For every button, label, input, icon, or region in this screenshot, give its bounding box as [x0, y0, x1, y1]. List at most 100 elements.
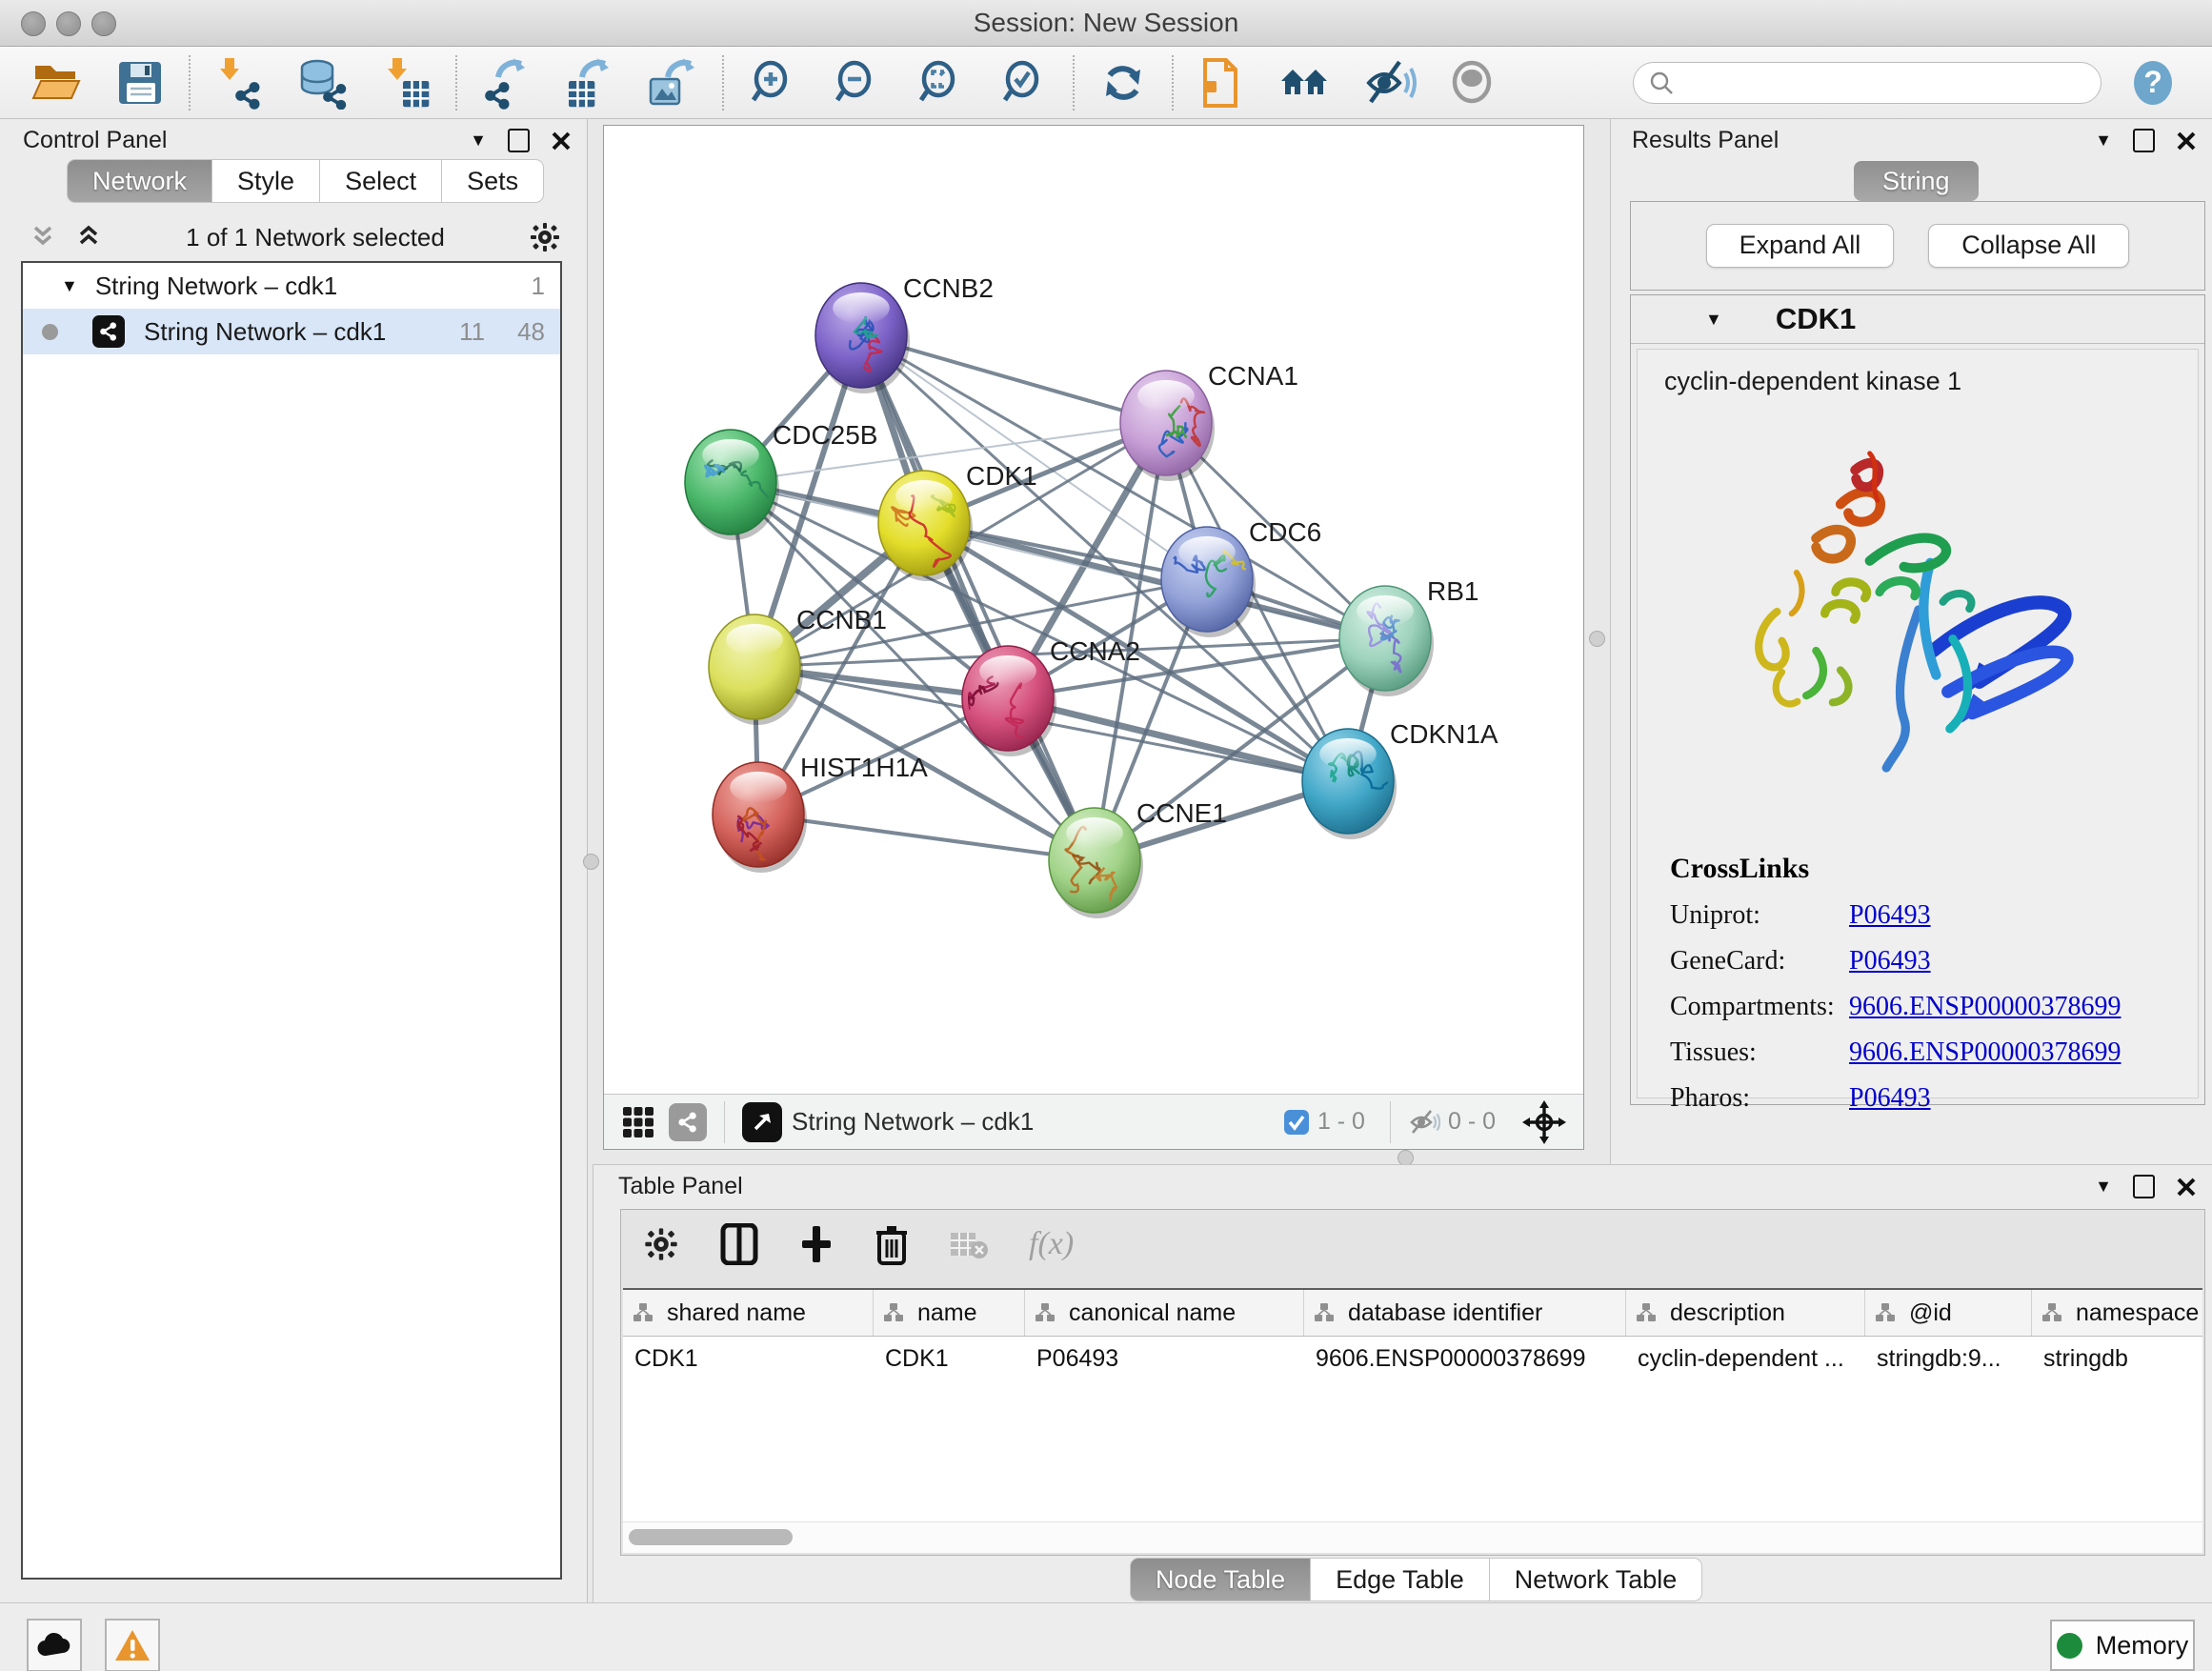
open-in-window-icon[interactable]	[742, 1102, 782, 1142]
tab-node-table[interactable]: Node Table	[1130, 1558, 1311, 1601]
import-table-icon[interactable]	[379, 55, 434, 111]
home-icon[interactable]	[1278, 55, 1334, 111]
column-header-canonicalname[interactable]: canonical name	[1025, 1290, 1304, 1336]
tab-string[interactable]: String	[1854, 161, 1979, 201]
tab-sets[interactable]: Sets	[442, 159, 544, 203]
cloud-status-button[interactable]	[27, 1619, 82, 1671]
create-column-icon[interactable]	[798, 1224, 835, 1264]
crosslink-link[interactable]: 9606.ENSP00000378699	[1849, 1037, 2121, 1068]
zoom-fit-icon[interactable]	[913, 55, 968, 111]
snapshot-document-icon[interactable]	[1195, 55, 1250, 111]
crosslink-link[interactable]: 9606.ENSP00000378699	[1849, 992, 2121, 1022]
memory-button[interactable]: Memory	[2050, 1620, 2195, 1671]
delete-table-icon[interactable]	[949, 1227, 989, 1261]
node-HIST1H1A[interactable]	[713, 762, 807, 873]
tab-network-table[interactable]: Network Table	[1490, 1558, 1703, 1601]
right-splitter-handle[interactable]	[1589, 631, 1605, 647]
import-database-icon[interactable]	[295, 55, 351, 111]
table-panel-float-icon[interactable]	[2133, 1175, 2155, 1198]
export-network-icon[interactable]	[478, 55, 533, 111]
node-CCNB1[interactable]	[709, 614, 803, 725]
export-table-icon[interactable]	[562, 55, 617, 111]
crosslink-label: Pharos:	[1670, 1083, 1849, 1114]
toolbar-separator	[189, 55, 191, 111]
gene-header[interactable]: ▼ CDK1	[1631, 295, 2204, 344]
table-cell[interactable]: cyclin-dependent ...	[1626, 1337, 1865, 1380]
control-panel-close-icon[interactable]	[551, 131, 572, 151]
network-row[interactable]: String Network – cdk1 11 48	[23, 309, 560, 354]
node-CCNA2[interactable]	[959, 646, 1056, 756]
table-panel-menu-icon[interactable]: ▼	[2095, 1177, 2112, 1197]
toolbar-group	[1195, 55, 1501, 111]
control-panel-menu-icon[interactable]: ▼	[470, 131, 487, 151]
crosslink-link[interactable]: P06493	[1849, 900, 1931, 931]
hidden-eye-icon[interactable]	[1408, 1108, 1440, 1137]
overview-eye-icon[interactable]	[1446, 55, 1501, 111]
collection-expand-icon[interactable]: ▼	[61, 276, 78, 296]
network-collection-row[interactable]: ▼ String Network – cdk1 1	[23, 263, 560, 309]
column-header-id[interactable]: @id	[1865, 1290, 2032, 1336]
node-CDKN1A[interactable]	[1302, 729, 1397, 839]
zoom-out-icon[interactable]	[829, 55, 884, 111]
help-button[interactable]: ?	[2128, 58, 2178, 108]
column-header-description[interactable]: description	[1626, 1290, 1865, 1336]
column-header-databaseidentifier[interactable]: database identifier	[1304, 1290, 1626, 1336]
function-builder-icon[interactable]: f(x)	[1029, 1226, 1074, 1262]
tab-style[interactable]: Style	[212, 159, 320, 203]
export-image-icon[interactable]	[646, 55, 701, 111]
table-row[interactable]: CDK1CDK1P064939606.ENSP00000378699cyclin…	[623, 1337, 2202, 1380]
expand-all-chevron-icon[interactable]	[74, 223, 103, 252]
node-CCNE1[interactable]	[1049, 808, 1143, 918]
collapse-all-button[interactable]: Collapse All	[1928, 224, 2129, 268]
left-splitter-handle[interactable]	[583, 854, 599, 870]
control-panel-float-icon[interactable]	[508, 129, 530, 152]
expand-all-button[interactable]: Expand All	[1706, 224, 1895, 268]
node-RB1[interactable]	[1339, 586, 1434, 696]
table-panel-close-icon[interactable]	[2176, 1177, 2197, 1198]
refresh-icon[interactable]	[1096, 55, 1151, 111]
column-header-namespace[interactable]: namespace	[2032, 1290, 2212, 1336]
table-cell[interactable]: P06493	[1025, 1337, 1304, 1380]
crosslink-link[interactable]: P06493	[1849, 1083, 1931, 1114]
save-session-icon[interactable]	[112, 55, 168, 111]
collapse-all-chevron-icon[interactable]	[29, 223, 57, 252]
table-settings-gear-icon[interactable]	[642, 1225, 680, 1263]
import-network-icon[interactable]	[211, 55, 267, 111]
table-cell[interactable]: CDK1	[623, 1337, 874, 1380]
table-cell[interactable]: stringdb	[2032, 1337, 2212, 1380]
results-panel-menu-icon[interactable]: ▼	[2095, 131, 2112, 151]
results-panel-close-icon[interactable]	[2176, 131, 2197, 151]
table-cell[interactable]: stringdb:9...	[1865, 1337, 2032, 1380]
table-cell[interactable]: CDK1	[874, 1337, 1025, 1380]
tab-network[interactable]: Network	[67, 159, 212, 203]
column-header-name[interactable]: name	[874, 1290, 1025, 1336]
node-CCNB2[interactable]	[815, 283, 910, 393]
edge-HIST1H1A-CCNE1[interactable]	[758, 815, 1095, 860]
delete-column-trash-icon[interactable]	[875, 1223, 909, 1265]
show-columns-icon[interactable]	[720, 1223, 758, 1265]
scrollbar-thumb[interactable]	[629, 1529, 793, 1545]
hide-eye-icon[interactable]	[1362, 55, 1418, 111]
results-panel-float-icon[interactable]	[2133, 129, 2155, 152]
table-cell[interactable]: 9606.ENSP00000378699	[1304, 1337, 1626, 1380]
search-input[interactable]	[1633, 62, 2101, 104]
crosslink-link[interactable]: P06493	[1849, 946, 1931, 976]
tab-select[interactable]: Select	[320, 159, 442, 203]
selected-checkbox-icon[interactable]	[1283, 1109, 1310, 1136]
grid-view-icon[interactable]	[621, 1105, 655, 1139]
node-CCNA1[interactable]	[1120, 371, 1215, 481]
network-share-view-icon[interactable]	[669, 1103, 707, 1141]
zoom-in-icon[interactable]	[745, 55, 800, 111]
table-horizontal-scrollbar[interactable]	[623, 1521, 2202, 1553]
zoom-selected-icon[interactable]	[996, 55, 1052, 111]
open-session-icon[interactable]	[29, 55, 84, 111]
network-options-gear-icon[interactable]	[528, 220, 562, 254]
birds-eye-crosshair-icon[interactable]	[1522, 1100, 1566, 1144]
network-graph[interactable]: CCNB2CCNA1CDC25BCDK1CDC6RB1CCNB1CCNA2CDK…	[604, 126, 1582, 1092]
node-CDK1[interactable]	[878, 471, 973, 581]
gene-collapse-icon[interactable]: ▼	[1705, 310, 1722, 330]
column-header-sharedname[interactable]: shared name	[623, 1290, 874, 1336]
warning-status-button[interactable]	[105, 1619, 160, 1671]
status-bar: Memory	[0, 1602, 2212, 1671]
tab-edge-table[interactable]: Edge Table	[1311, 1558, 1490, 1601]
